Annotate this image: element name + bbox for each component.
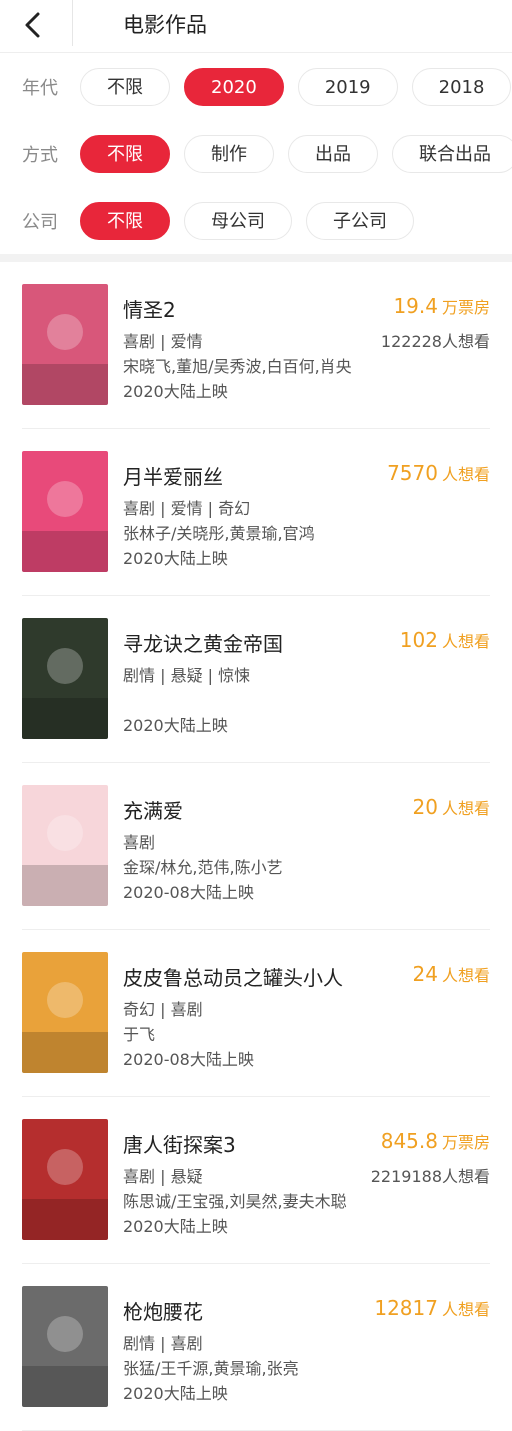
stat-unit: 人想看: [441, 465, 490, 484]
genre-text: 喜剧: [123, 833, 156, 852]
list-item[interactable]: 皮皮鲁总动员之罐头小人 24 人想看奇幻 | 喜剧 于飞 2020-08大陆上映: [22, 930, 490, 1097]
movie-stat: 845.8 万票房: [381, 1129, 490, 1153]
back-button[interactable]: [18, 8, 52, 42]
chip-year-2019[interactable]: 2019: [297, 67, 398, 106]
movie-stat: 102 人想看: [400, 628, 490, 652]
chip-company-all[interactable]: 不限: [80, 201, 170, 240]
poster-image[interactable]: [22, 1119, 108, 1240]
poster-icon: [22, 1286, 108, 1407]
poster-image[interactable]: [22, 1286, 108, 1407]
movie-title[interactable]: 寻龙诀之黄金帝国: [123, 628, 283, 657]
filter-label-mode: 方式: [22, 144, 58, 166]
cast-text: 陈思诚/王宝强,刘昊然,妻夫木聪: [123, 1192, 347, 1211]
page-title: 电影作品: [123, 13, 207, 37]
chip-mode-produce[interactable]: 制作: [184, 134, 274, 173]
want-to-see-count: 2219188人想看: [370, 1167, 490, 1186]
list-item[interactable]: 枪炮腰花 12817 人想看剧情 | 喜剧张猛/王千源,黄景瑜,张亮 2020大陆上映: [22, 1264, 490, 1431]
stat-unit: 人想看: [441, 966, 490, 985]
poster-icon: [22, 451, 108, 572]
movie-list: 情圣2 19.4 万票房 122228人想看 喜剧 | 爱情 宋晓飞,董旭/吴秀波,白百何…: [0, 262, 512, 1431]
filter-label-year: 年代: [22, 77, 58, 99]
poster-image[interactable]: [22, 618, 108, 739]
list-item[interactable]: 唐人街探案3 845.8 万票房 2219188人想看 喜剧 | 悬疑陈思诚/王宝强,刘…: [22, 1097, 490, 1264]
poster-image[interactable]: [22, 785, 108, 906]
stat-value: 12817: [374, 1296, 438, 1320]
list-item[interactable]: 月半爱丽丝 7570 人想看喜剧 | 爱情 | 奇幻张林子/关晓彤,黄景瑜,官鸿 20…: [22, 429, 490, 596]
release-text: 2020-08大陆上映: [123, 1050, 254, 1069]
stat-value: 19.4: [393, 294, 438, 318]
release-text: 2020大陆上映: [123, 382, 228, 401]
filter-panel: 年代 不限 2020 2019 2018 2017 方式 不限 制作 出品 联合…: [0, 53, 512, 254]
genre-text: 剧情 | 喜剧: [123, 1334, 203, 1353]
poster-image[interactable]: [22, 451, 108, 572]
movie-stat: 12817 人想看: [374, 1296, 490, 1320]
poster-icon: [22, 785, 108, 906]
movie-stat: 20 人想看: [413, 795, 490, 819]
chevron-left-icon: [25, 12, 40, 38]
poster-icon: [22, 952, 108, 1073]
stat-unit: 人想看: [441, 1300, 490, 1319]
top-bar: 电影作品: [0, 0, 512, 53]
cast-text: 张猛/王千源,黄景瑜,张亮: [123, 1359, 299, 1378]
cast-text: 张林子/关晓彤,黄景瑜,官鸿: [123, 524, 315, 543]
poster-image[interactable]: [22, 952, 108, 1073]
movie-title[interactable]: 唐人街探案3: [123, 1129, 236, 1158]
poster-icon: [22, 1119, 108, 1240]
stat-unit: 人想看: [441, 632, 490, 651]
release-text: 2020大陆上映: [123, 716, 228, 735]
chip-year-2018[interactable]: 2018: [411, 67, 512, 106]
movie-stat: 19.4 万票房: [393, 294, 490, 318]
list-item[interactable]: 充满爱 20 人想看喜剧金琛/林允,范伟,陈小艺 2020-08大陆上映: [22, 763, 490, 930]
list-item[interactable]: 情圣2 19.4 万票房 122228人想看 喜剧 | 爱情宋晓飞,董旭/吴秀波,白百何…: [22, 262, 490, 429]
filter-row-mode: 方式 不限 制作 出品 联合出品 发: [0, 120, 512, 187]
genre-text: 喜剧 | 爱情 | 奇幻: [123, 499, 251, 518]
release-text: 2020大陆上映: [123, 1217, 228, 1236]
movie-title[interactable]: 月半爱丽丝: [123, 461, 223, 490]
chip-company-parent[interactable]: 母公司: [184, 201, 292, 240]
filter-row-company: 公司 不限 母公司 子公司: [0, 187, 512, 254]
chip-year-all[interactable]: 不限: [80, 67, 170, 106]
stat-unit: 万票房: [441, 1133, 490, 1152]
stat-value: 20: [412, 795, 438, 819]
chip-mode-present[interactable]: 出品: [288, 134, 378, 173]
chip-company-sub[interactable]: 子公司: [306, 201, 414, 240]
filter-row-year: 年代 不限 2020 2019 2018 2017: [0, 53, 512, 120]
release-text: 2020大陆上映: [123, 549, 228, 568]
list-item[interactable]: 寻龙诀之黄金帝国 102 人想看剧情 | 悬疑 | 惊悚 2020大陆上映: [22, 596, 490, 763]
stat-value: 102: [399, 628, 438, 652]
cast-text: 宋晓飞,董旭/吴秀波,白百何,肖央: [123, 357, 352, 376]
chip-mode-all[interactable]: 不限: [80, 134, 170, 173]
genre-text: 喜剧 | 爱情: [123, 332, 203, 351]
cast-text: 金琛/林允,范伟,陈小艺: [123, 858, 283, 877]
poster-icon: [22, 284, 108, 405]
movie-stat: 7570 人想看: [387, 461, 490, 485]
poster-icon: [22, 618, 108, 739]
want-to-see-count: 122228人想看: [380, 332, 490, 351]
movie-title[interactable]: 充满爱: [123, 795, 183, 824]
movie-title[interactable]: 枪炮腰花: [123, 1296, 203, 1325]
section-divider: [0, 254, 512, 262]
chip-year-2020[interactable]: 2020: [184, 67, 284, 106]
header-divider: [72, 0, 73, 46]
movie-title[interactable]: 皮皮鲁总动员之罐头小人: [123, 962, 343, 991]
movie-title[interactable]: 情圣2: [123, 294, 176, 323]
filter-label-company: 公司: [22, 211, 58, 233]
stat-value: 24: [412, 962, 438, 986]
stat-value: 7570: [387, 461, 438, 485]
movie-stat: 24 人想看: [413, 962, 490, 986]
stat-value: 845.8: [380, 1129, 438, 1153]
genre-text: 剧情 | 悬疑 | 惊悚: [123, 666, 251, 685]
genre-text: 奇幻 | 喜剧: [123, 1000, 203, 1019]
chip-mode-copresent[interactable]: 联合出品: [392, 134, 512, 173]
genre-text: 喜剧 | 悬疑: [123, 1167, 203, 1186]
cast-text: 于飞: [123, 1025, 156, 1044]
stat-unit: 万票房: [441, 298, 490, 317]
release-text: 2020-08大陆上映: [123, 883, 254, 902]
poster-image[interactable]: [22, 284, 108, 405]
release-text: 2020大陆上映: [123, 1384, 228, 1403]
stat-unit: 人想看: [441, 799, 490, 818]
